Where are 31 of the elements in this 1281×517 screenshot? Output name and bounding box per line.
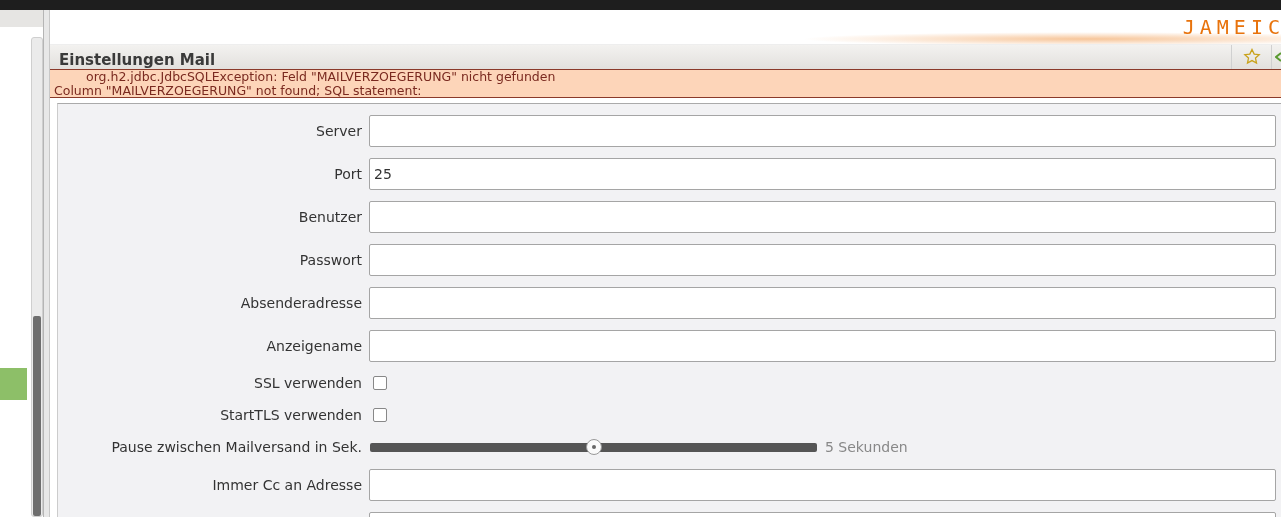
field-label: Port [334,165,362,182]
field-label: Absenderadresse [240,294,362,311]
text-field[interactable] [369,286,1276,319]
error-line: Column "MAILVERZOEGERUNG" not found; SQL statement: [53,83,423,97]
view-title: Einstellungen Mail [59,51,216,69]
logo: JAMEIC [1182,17,1281,37]
field-label: Passwort [299,251,362,268]
arrow-left-icon [1275,51,1281,63]
scrollbar[interactable] [31,37,43,517]
text-field[interactable] [369,329,1276,362]
error-line: org.h2.jdbc.JdbcSQLException: Feld "MAILVERZOEGERUNG" nicht gefunden [85,70,557,84]
checkbox[interactable] [373,408,387,422]
field-label: SSL verwenden [254,375,362,391]
field-label: Immer Cc an Adresse [212,476,362,493]
panel-header [0,10,43,27]
text-field[interactable] [369,468,1276,501]
text-field[interactable] [369,114,1276,147]
slider-value: 5 Sekunden [825,439,908,455]
text-field[interactable] [369,200,1276,233]
text-field[interactable] [369,243,1276,276]
checkbox[interactable] [373,376,387,390]
slider-thumb[interactable] [585,439,602,455]
field-label: Pause zwischen Mailversand in Sek. [111,439,362,455]
text-field[interactable]: 25 [369,157,1276,190]
field-label: Anzeigename [266,337,362,354]
slider-track[interactable] [370,442,817,452]
selected-nav-item[interactable] [0,368,28,400]
field-label: Server [316,122,362,139]
star-icon [1242,48,1261,66]
field-label: Benutzer [298,208,362,225]
field-label: StartTLS verwenden [220,407,362,423]
